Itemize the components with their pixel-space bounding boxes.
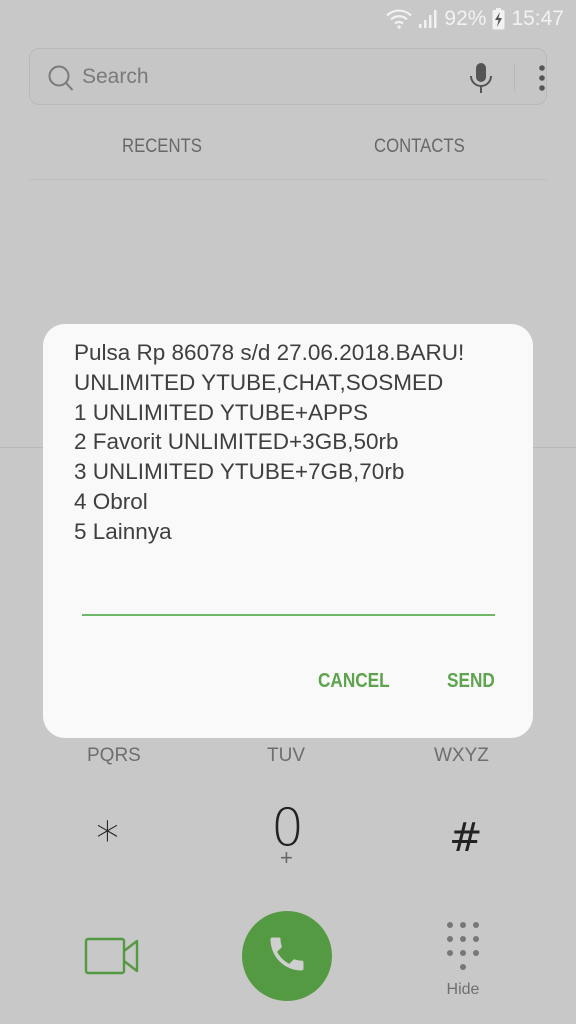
battery-percent: 92% [444,7,487,30]
mic-icon[interactable] [468,61,494,100]
key-7-letters[interactable]: PQRS [87,745,141,767]
more-vertical-icon[interactable] [537,63,547,98]
tab-recents[interactable]: RECENTS [122,136,202,158]
keypad-icon [443,922,483,974]
key-9-letters[interactable]: WXYZ [434,745,489,767]
send-button[interactable]: SEND [447,670,495,693]
search-icon [48,65,74,98]
phone-icon [265,932,309,981]
call-button[interactable] [242,911,332,1001]
hide-label: Hide [446,981,480,998]
key-hash[interactable]: # [449,815,483,861]
tab-bar: RECENTS CONTACTS [29,118,547,180]
tab-contacts[interactable]: CONTACTS [374,136,465,158]
cancel-button[interactable]: CANCEL [318,670,390,693]
signal-icon [418,9,438,29]
wifi-icon [386,9,413,29]
ussd-reply-input[interactable] [82,578,495,616]
clock: 15:47 [511,7,564,30]
search-divider [514,64,515,91]
key-star[interactable]: * [96,812,119,866]
hide-keypad-button[interactable]: Hide [440,920,486,999]
search-input[interactable] [82,49,442,104]
ussd-dialog: Pulsa Rp 86078 s/d 27.06.2018.BARU! UNLI… [43,324,533,738]
key-0-plus: + [280,845,293,870]
video-call-icon[interactable] [84,937,140,980]
key-8-letters[interactable]: TUV [267,745,305,767]
battery-charging-icon [492,8,505,30]
ussd-message: Pulsa Rp 86078 s/d 27.06.2018.BARU! UNLI… [74,340,465,544]
search-bar[interactable] [29,48,547,105]
status-bar: 92% 15:47 [0,0,576,38]
